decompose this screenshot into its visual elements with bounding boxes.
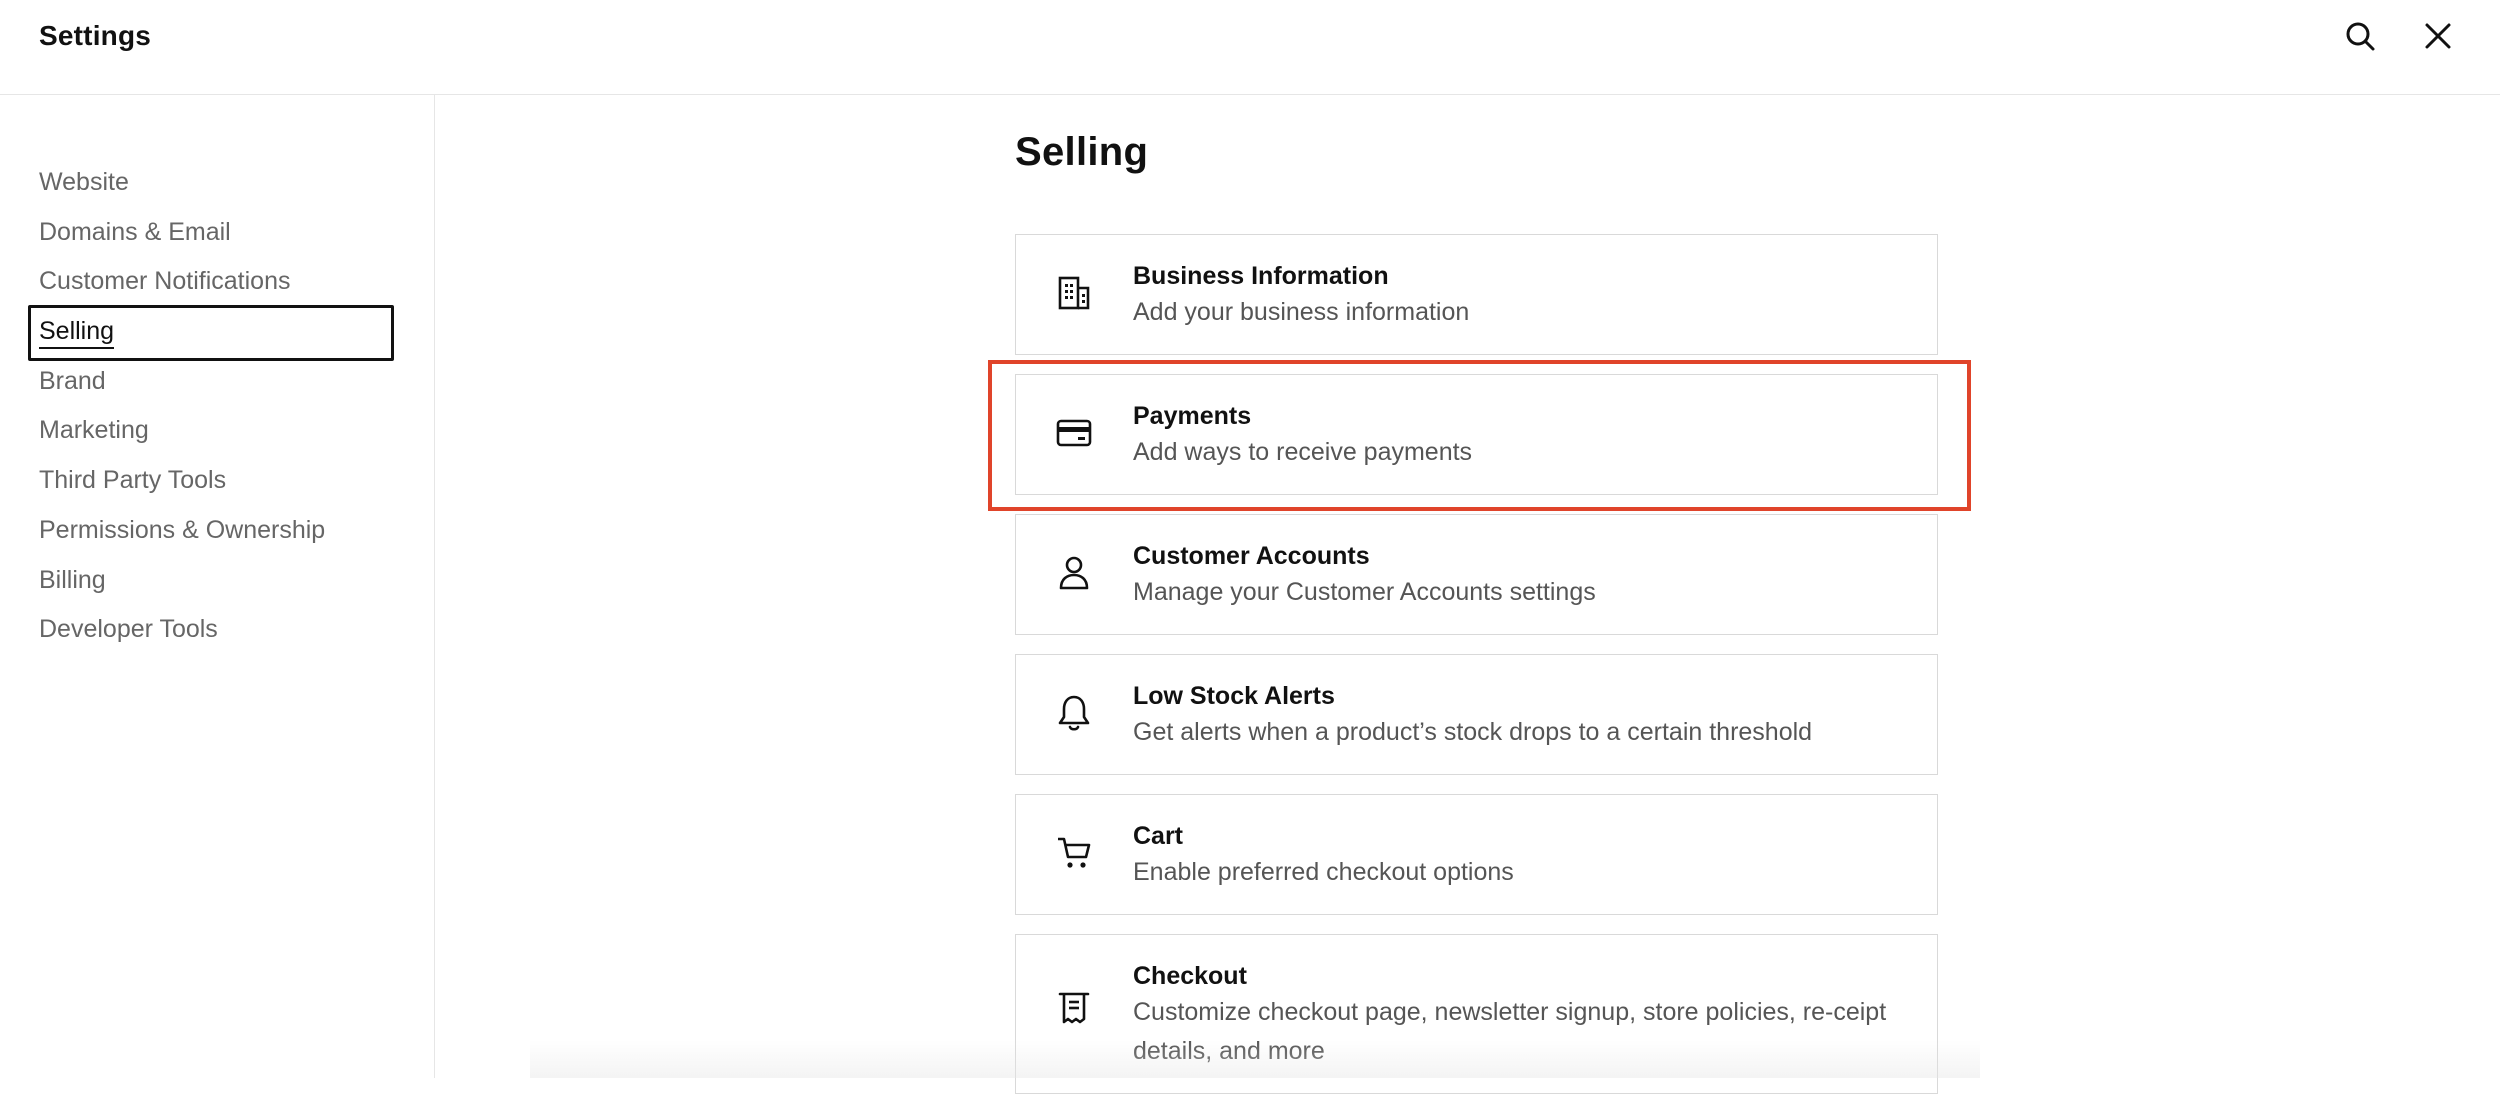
card-title: Cart (1133, 822, 1184, 850)
sidebar-item-label: Permissions & Ownership (39, 515, 326, 544)
sidebar-item-label: Customer Notifications (39, 267, 291, 296)
sidebar-item-customer-notifications[interactable]: Customer Notifications (0, 257, 435, 307)
sidebar-item-third-party-tools[interactable]: Third Party Tools (0, 456, 435, 506)
card-title: Checkout (1133, 962, 1247, 990)
card-low-stock-alerts[interactable]: Low Stock Alerts Get alerts when a produ… (1015, 654, 1938, 775)
credit-card-icon (1056, 415, 1092, 451)
section-title: Selling (1015, 130, 1149, 174)
sidebar-item-website[interactable]: Website (0, 158, 435, 208)
card-business-information[interactable]: Business Information Add your business i… (1015, 234, 1938, 355)
page-title: Settings (39, 20, 152, 51)
settings-card-list: Business Information Add your business i… (988, 234, 1971, 1113)
sidebar-item-label: Brand (39, 366, 106, 395)
building-icon (1056, 275, 1092, 311)
card-description: Add ways to receive payments (1133, 438, 1473, 466)
focus-ring (28, 305, 394, 362)
sidebar-item-label: Domains & Email (39, 217, 231, 246)
sidebar-item-permissions-ownership[interactable]: Permissions & Ownership (0, 506, 435, 556)
close-icon (2425, 23, 2451, 49)
card-cart[interactable]: Cart Enable preferred checkout options (1015, 794, 1938, 915)
card-description: Customize checkout page, newsletter sign… (1133, 998, 1887, 1065)
sidebar-item-label: Developer Tools (39, 615, 218, 644)
close-button[interactable] (2420, 18, 2456, 54)
cart-icon (1056, 835, 1092, 871)
card-checkout[interactable]: Checkout Customize checkout page, newsle… (1015, 934, 1938, 1094)
sidebar-item-domains-email[interactable]: Domains & Email (0, 208, 435, 258)
sidebar-item-selling[interactable]: Selling (0, 305, 435, 362)
sidebar-item-label: Billing (39, 565, 106, 594)
card-title: Customer Accounts (1133, 542, 1370, 570)
sidebar-item-label: Website (39, 168, 129, 196)
card-description: Enable preferred checkout options (1133, 858, 1514, 886)
sidebar-item-marketing[interactable]: Marketing (0, 406, 435, 456)
bell-icon (1056, 695, 1092, 731)
card-customer-accounts[interactable]: Customer Accounts Manage your Customer A… (1015, 514, 1938, 635)
search-button[interactable] (2342, 18, 2378, 54)
sidebar-item-label: Marketing (39, 416, 149, 445)
settings-nav-list: Website Domains & Email Customer Notific… (0, 158, 435, 655)
card-payments[interactable]: Payments Add ways to receive payments (988, 360, 1971, 511)
sidebar-item-label: Third Party Tools (39, 466, 227, 495)
sidebar-item-developer-tools[interactable]: Developer Tools (0, 605, 435, 655)
top-bar: Settings (0, 0, 2500, 95)
sidebar-item-brand[interactable]: Brand (0, 357, 435, 407)
card-description: Add your business information (1133, 298, 1470, 326)
card-title: Low Stock Alerts (1133, 682, 1335, 710)
sidebar-item-billing[interactable]: Billing (0, 556, 435, 606)
card-title: Payments (1133, 402, 1252, 430)
settings-sidebar: Website Domains & Email Customer Notific… (0, 95, 435, 1078)
search-icon (2346, 22, 2375, 51)
card-description: Get alerts when a product’s stock drops … (1133, 718, 1813, 746)
receipt-icon (1056, 990, 1092, 1026)
person-icon (1056, 555, 1092, 591)
main-content: Selling Business Information Add your bu… (436, 96, 2500, 1094)
card-description: Manage your Customer Accounts settings (1133, 578, 1596, 606)
card-title: Business Information (1133, 262, 1389, 290)
